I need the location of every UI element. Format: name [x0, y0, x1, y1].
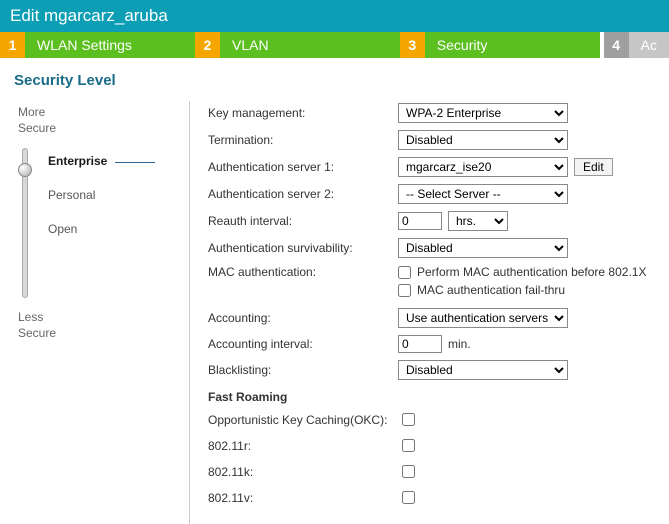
wizard-tabs: 1 WLAN Settings 2 VLAN 3 Security 4 Ac — [0, 32, 669, 58]
mac-auth-failthru-label: MAC authentication fail-thru — [417, 283, 565, 297]
auth-server-2-select[interactable]: -- Select Server -- — [398, 184, 568, 204]
auth-server-1-edit-button[interactable]: Edit — [574, 158, 613, 176]
auth-server-2-label: Authentication server 2: — [208, 187, 398, 201]
tab-label: Security — [425, 37, 500, 53]
auth-survivability-label: Authentication survivability: — [208, 241, 398, 255]
reauth-interval-unit-select[interactable]: hrs. — [448, 211, 508, 231]
tab-label: Ac — [629, 37, 669, 53]
security-slider-handle[interactable] — [18, 163, 32, 177]
accounting-label: Accounting: — [208, 311, 398, 325]
reauth-interval-input[interactable] — [398, 212, 442, 230]
80211k-checkbox[interactable] — [402, 465, 415, 478]
settings-form: Key management: WPA-2 Enterprise Termina… — [190, 101, 669, 524]
okc-checkbox[interactable] — [402, 413, 415, 426]
mac-auth-before-8021x-label: Perform MAC authentication before 802.1X — [417, 265, 646, 279]
accounting-interval-unit: min. — [448, 337, 471, 351]
80211v-checkbox[interactable] — [402, 491, 415, 504]
accounting-interval-input[interactable] — [398, 335, 442, 353]
auth-server-1-label: Authentication server 1: — [208, 160, 398, 174]
blacklisting-select[interactable]: Disabled — [398, 360, 568, 380]
termination-label: Termination: — [208, 133, 398, 147]
auth-server-1-select[interactable]: mgarcarz_ise20 — [398, 157, 568, 177]
mac-auth-label: MAC authentication: — [208, 265, 398, 279]
level-open[interactable]: Open — [42, 212, 177, 246]
auth-survivability-select[interactable]: Disabled — [398, 238, 568, 258]
more-secure-label: MoreSecure — [18, 105, 177, 136]
termination-select[interactable]: Disabled — [398, 130, 568, 150]
tab-number: 3 — [400, 32, 425, 58]
tab-number: 4 — [604, 32, 629, 58]
fast-roaming-heading: Fast Roaming — [208, 390, 661, 404]
tab-label: VLAN — [220, 37, 281, 53]
tab-vlan[interactable]: 2 VLAN — [195, 32, 400, 58]
tab-number: 2 — [195, 32, 220, 58]
mac-auth-before-8021x-checkbox[interactable] — [398, 266, 411, 279]
page-title: Security Level — [0, 58, 669, 101]
80211v-label: 802.11v: — [208, 491, 398, 505]
window-title: Edit mgarcarz_aruba — [0, 0, 669, 32]
tab-wlan-settings[interactable]: 1 WLAN Settings — [0, 32, 195, 58]
key-management-label: Key management: — [208, 106, 398, 120]
security-level-panel: MoreSecure Enterprise Personal Open Less… — [0, 101, 190, 524]
reauth-interval-label: Reauth interval: — [208, 214, 398, 228]
okc-label: Opportunistic Key Caching(OKC): — [208, 413, 398, 427]
security-slider-track[interactable] — [22, 148, 28, 298]
accounting-interval-label: Accounting interval: — [208, 337, 398, 351]
80211k-label: 802.11k: — [208, 465, 398, 479]
key-management-select[interactable]: WPA-2 Enterprise — [398, 103, 568, 123]
less-secure-label: LessSecure — [18, 310, 177, 341]
tab-security[interactable]: 3 Security — [400, 32, 600, 58]
level-personal[interactable]: Personal — [42, 178, 177, 212]
tab-access[interactable]: 4 Ac — [604, 32, 669, 58]
blacklisting-label: Blacklisting: — [208, 363, 398, 377]
mac-auth-failthru-checkbox[interactable] — [398, 284, 411, 297]
80211r-checkbox[interactable] — [402, 439, 415, 452]
level-enterprise[interactable]: Enterprise — [42, 144, 177, 178]
80211r-label: 802.11r: — [208, 439, 398, 453]
tab-number: 1 — [0, 32, 25, 58]
accounting-select[interactable]: Use authentication servers — [398, 308, 568, 328]
tab-label: WLAN Settings — [25, 37, 144, 53]
